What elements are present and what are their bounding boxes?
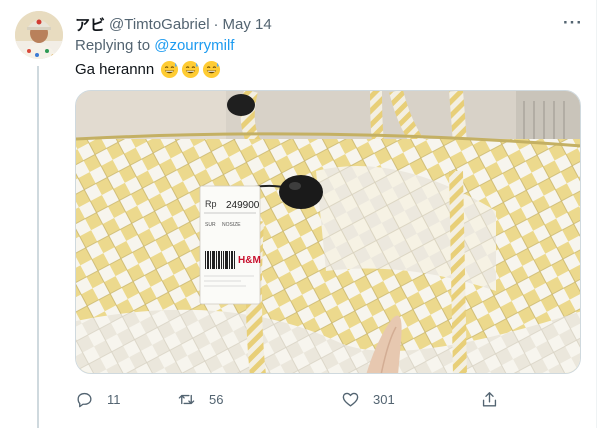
avatar-image xyxy=(15,11,63,59)
tweet-header: アビ @TimtoGabriel · May 14 xyxy=(75,14,272,34)
price-currency: Rp xyxy=(205,199,217,209)
share-icon xyxy=(482,391,497,407)
tweet-actions: 11 56 301 xyxy=(75,383,515,415)
grinning-sweat-emoji-icon xyxy=(182,60,200,79)
grinning-sweat-emoji-icon xyxy=(203,60,221,79)
heart-icon xyxy=(342,392,359,407)
thread-line xyxy=(37,66,39,428)
grinning-sweat-emoji-icon xyxy=(161,60,179,79)
replying-prefix: Replying to xyxy=(75,37,151,54)
share-button[interactable] xyxy=(480,383,499,415)
reply-icon xyxy=(77,392,92,407)
replying-to-link[interactable]: @zourrymilf xyxy=(154,37,234,54)
display-name[interactable]: アビ xyxy=(75,14,105,35)
column-divider xyxy=(596,0,597,428)
price-size-value: NOSIZE xyxy=(222,222,241,228)
like-count: 301 xyxy=(373,391,395,407)
separator-dot: · xyxy=(213,15,219,33)
tweet-body: Ga herannn xyxy=(75,61,155,78)
replying-to: Replying to @zourrymilf xyxy=(75,37,234,54)
tweet-date[interactable]: May 14 xyxy=(223,16,272,33)
basket-photo: Rp 249900 SUR NOSIZE H&M xyxy=(76,91,580,373)
hm-logo: H&M xyxy=(238,255,261,266)
retweet-count: 56 xyxy=(209,391,224,407)
price-size-label: SUR xyxy=(205,222,216,228)
avatar[interactable] xyxy=(15,11,63,59)
user-handle[interactable]: @TimtoGabriel xyxy=(109,16,210,33)
retweet-icon xyxy=(178,394,195,404)
like-button[interactable]: 301 xyxy=(341,383,395,415)
tweet-media-photo[interactable]: Rp 249900 SUR NOSIZE H&M xyxy=(75,90,581,374)
price-value: 249900 xyxy=(226,200,260,211)
reply-count: 11 xyxy=(107,391,121,407)
more-options-button[interactable]: ··· xyxy=(560,10,586,36)
tweet-text: Ga herannn xyxy=(75,60,221,79)
emoji-group xyxy=(160,60,221,79)
retweet-button[interactable]: 56 xyxy=(177,383,223,415)
reply-button[interactable]: 11 xyxy=(75,383,121,415)
